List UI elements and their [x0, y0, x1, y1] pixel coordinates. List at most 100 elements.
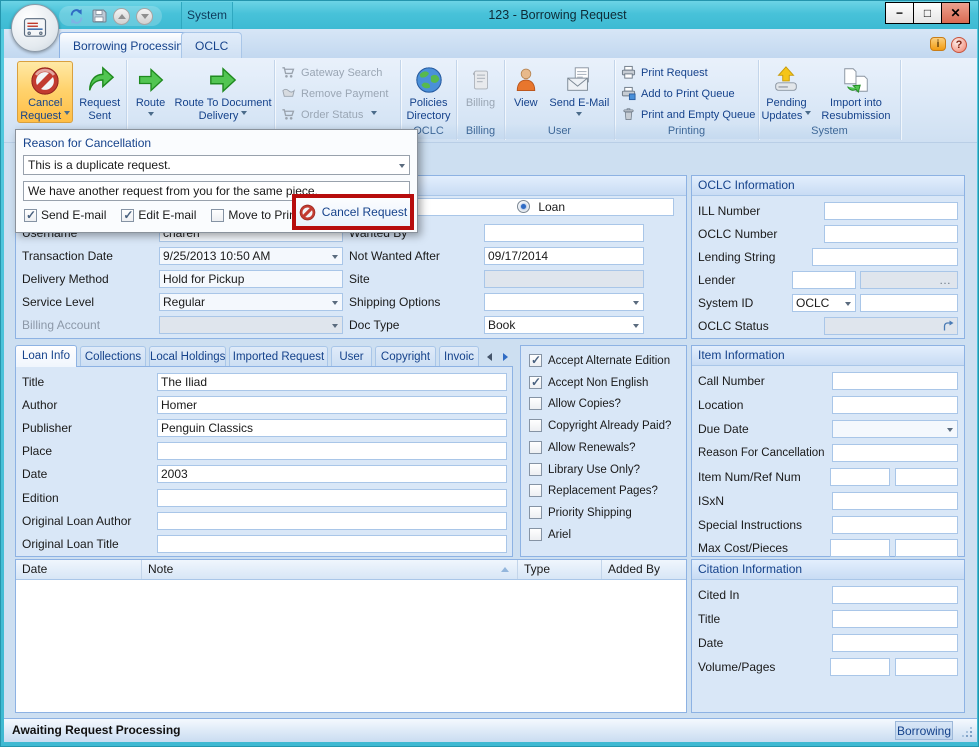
cart-icon	[281, 65, 296, 80]
tab-loan-info[interactable]: Loan Info	[15, 345, 77, 367]
minimize-button[interactable]: −	[885, 2, 914, 24]
citation-date-field[interactable]	[832, 634, 958, 652]
option-replacement-pages[interactable]: Replacement Pages?	[529, 484, 658, 497]
tab-oclc[interactable]: OCLC	[181, 32, 242, 58]
notes-table-body[interactable]	[16, 580, 686, 712]
close-button[interactable]: ✕	[941, 2, 970, 24]
column-header-note[interactable]: Note	[142, 560, 518, 579]
add-to-print-queue-button[interactable]: Add to Print Queue	[615, 83, 758, 104]
route-button[interactable]: Route	[129, 61, 172, 123]
route-arrow-icon	[208, 63, 238, 97]
browse-ellipsis-button[interactable]: …	[939, 272, 952, 288]
column-header-date[interactable]: Date	[16, 560, 142, 579]
reason-for-cancellation-field[interactable]	[832, 444, 958, 462]
tab-invoice-truncated[interactable]: Invoic	[439, 346, 479, 367]
edition-field[interactable]	[157, 489, 507, 507]
oclc-number-field[interactable]	[824, 225, 958, 243]
isxn-field[interactable]	[832, 492, 958, 510]
lending-string-field[interactable]	[812, 248, 958, 266]
column-header-added-by[interactable]: Added By	[602, 560, 686, 579]
call-number-field[interactable]	[832, 372, 958, 390]
option-allow-copies[interactable]: Allow Copies?	[529, 397, 621, 410]
service-level-combo[interactable]: Regular	[159, 293, 343, 311]
citation-title-field[interactable]	[832, 610, 958, 628]
pages-field[interactable]	[895, 658, 958, 676]
tab-copyright[interactable]: Copyright	[375, 346, 436, 367]
wanted-by-field[interactable]	[484, 224, 644, 242]
doc-type-combo[interactable]: Book	[484, 316, 644, 334]
original-loan-title-field[interactable]	[157, 535, 507, 553]
cancel-request-confirm-button[interactable]: Cancel Request	[296, 198, 410, 226]
column-header-type[interactable]: Type	[518, 560, 602, 579]
loan-radio-row[interactable]: Loan	[408, 198, 674, 216]
ref-num-field[interactable]	[895, 468, 958, 486]
import-into-resubmission-button[interactable]: Import into Resubmission	[814, 61, 898, 123]
place-field[interactable]	[157, 442, 507, 460]
loan-radio-button[interactable]	[517, 200, 530, 213]
tab-collections[interactable]: Collections	[80, 346, 146, 367]
print-and-empty-queue-button[interactable]: Print and Empty Queue	[615, 104, 758, 125]
send-email-checkbox[interactable]: Send E-mail	[24, 208, 106, 222]
help-icon[interactable]	[951, 37, 967, 53]
up-arrow-icon[interactable]	[113, 8, 130, 25]
lender-field[interactable]	[792, 271, 856, 289]
item-num-field[interactable]	[830, 468, 890, 486]
tab-user[interactable]: User	[331, 346, 372, 367]
author-field[interactable]: Homer	[157, 396, 507, 414]
date-field[interactable]: 2003	[157, 465, 507, 483]
location-field[interactable]	[832, 396, 958, 414]
view-user-button[interactable]: View	[507, 61, 545, 123]
system-id-value-field[interactable]	[860, 294, 958, 312]
option-allow-renewals[interactable]: Allow Renewals?	[529, 441, 636, 454]
original-loan-author-field[interactable]	[157, 512, 507, 530]
gateway-search-button: Gateway Search	[275, 62, 400, 83]
option-accept-alternate-edition[interactable]: Accept Alternate Edition	[529, 354, 670, 367]
route-to-document-delivery-button[interactable]: Route To Document Delivery	[174, 61, 272, 123]
send-email-button[interactable]: Send E-Mail	[547, 61, 612, 123]
resize-grip[interactable]	[960, 725, 972, 737]
print-request-button[interactable]: Print Request	[615, 62, 758, 83]
option-priority-shipping[interactable]: Priority Shipping	[529, 506, 632, 519]
lender-browse-field[interactable]: …	[860, 271, 958, 289]
ill-number-field[interactable]	[824, 202, 958, 220]
option-copyright-already-paid[interactable]: Copyright Already Paid?	[529, 419, 671, 432]
shipping-options-combo[interactable]	[484, 293, 644, 311]
cancel-request-ribbon-button[interactable]: Cancel Request	[17, 61, 73, 123]
refresh-icon[interactable]	[68, 8, 85, 25]
tab-local-holdings[interactable]: Local Holdings	[149, 346, 226, 367]
tab-imported-request[interactable]: Imported Request	[229, 346, 328, 367]
special-instructions-field[interactable]	[832, 516, 958, 534]
due-date-combo[interactable]	[832, 420, 958, 438]
application-menu-icon[interactable]	[11, 4, 59, 52]
down-arrow-icon[interactable]	[136, 8, 153, 25]
request-options-panel: Accept Alternate Edition Accept Non Engl…	[520, 345, 687, 557]
system-id-combo[interactable]: OCLC	[792, 294, 856, 312]
cited-in-field[interactable]	[832, 586, 958, 604]
tab-scroll-right-icon[interactable]	[499, 349, 512, 364]
max-cost-field[interactable]	[830, 539, 890, 557]
option-accept-non-english[interactable]: Accept Non English	[529, 376, 648, 389]
title-field[interactable]: The Iliad	[157, 373, 507, 391]
info-icon[interactable]	[930, 37, 946, 51]
maximize-button[interactable]: □	[913, 2, 942, 24]
pending-updates-button[interactable]: Pending Updates	[761, 61, 812, 123]
option-library-use-only[interactable]: Library Use Only?	[529, 463, 640, 476]
option-ariel[interactable]: Ariel	[529, 528, 571, 541]
request-sent-button[interactable]: Request Sent	[75, 61, 124, 123]
publisher-field[interactable]: Penguin Classics	[157, 419, 507, 437]
not-wanted-after-field[interactable]: 09/17/2014	[484, 247, 644, 265]
system-menu-tab[interactable]: System	[181, 2, 233, 29]
volume-field[interactable]	[830, 658, 890, 676]
policies-directory-button[interactable]: Policies Directory	[403, 61, 454, 123]
cancellation-reason-combo[interactable]: This is a duplicate request.	[23, 155, 410, 175]
save-icon[interactable]	[91, 8, 107, 24]
delivery-method-field[interactable]: Hold for Pickup	[159, 270, 343, 288]
special-instructions-label: Special Instructions	[698, 516, 802, 534]
tab-scroll-left-icon[interactable]	[483, 349, 496, 364]
transaction-date-combo[interactable]: 9/25/2013 10:50 AM	[159, 247, 343, 265]
status-refresh-icon[interactable]	[942, 320, 954, 335]
popup-title: Reason for Cancellation	[23, 136, 410, 150]
edit-email-checkbox[interactable]: Edit E-mail	[121, 208, 196, 222]
email-icon	[564, 63, 594, 97]
pieces-field[interactable]	[895, 539, 958, 557]
